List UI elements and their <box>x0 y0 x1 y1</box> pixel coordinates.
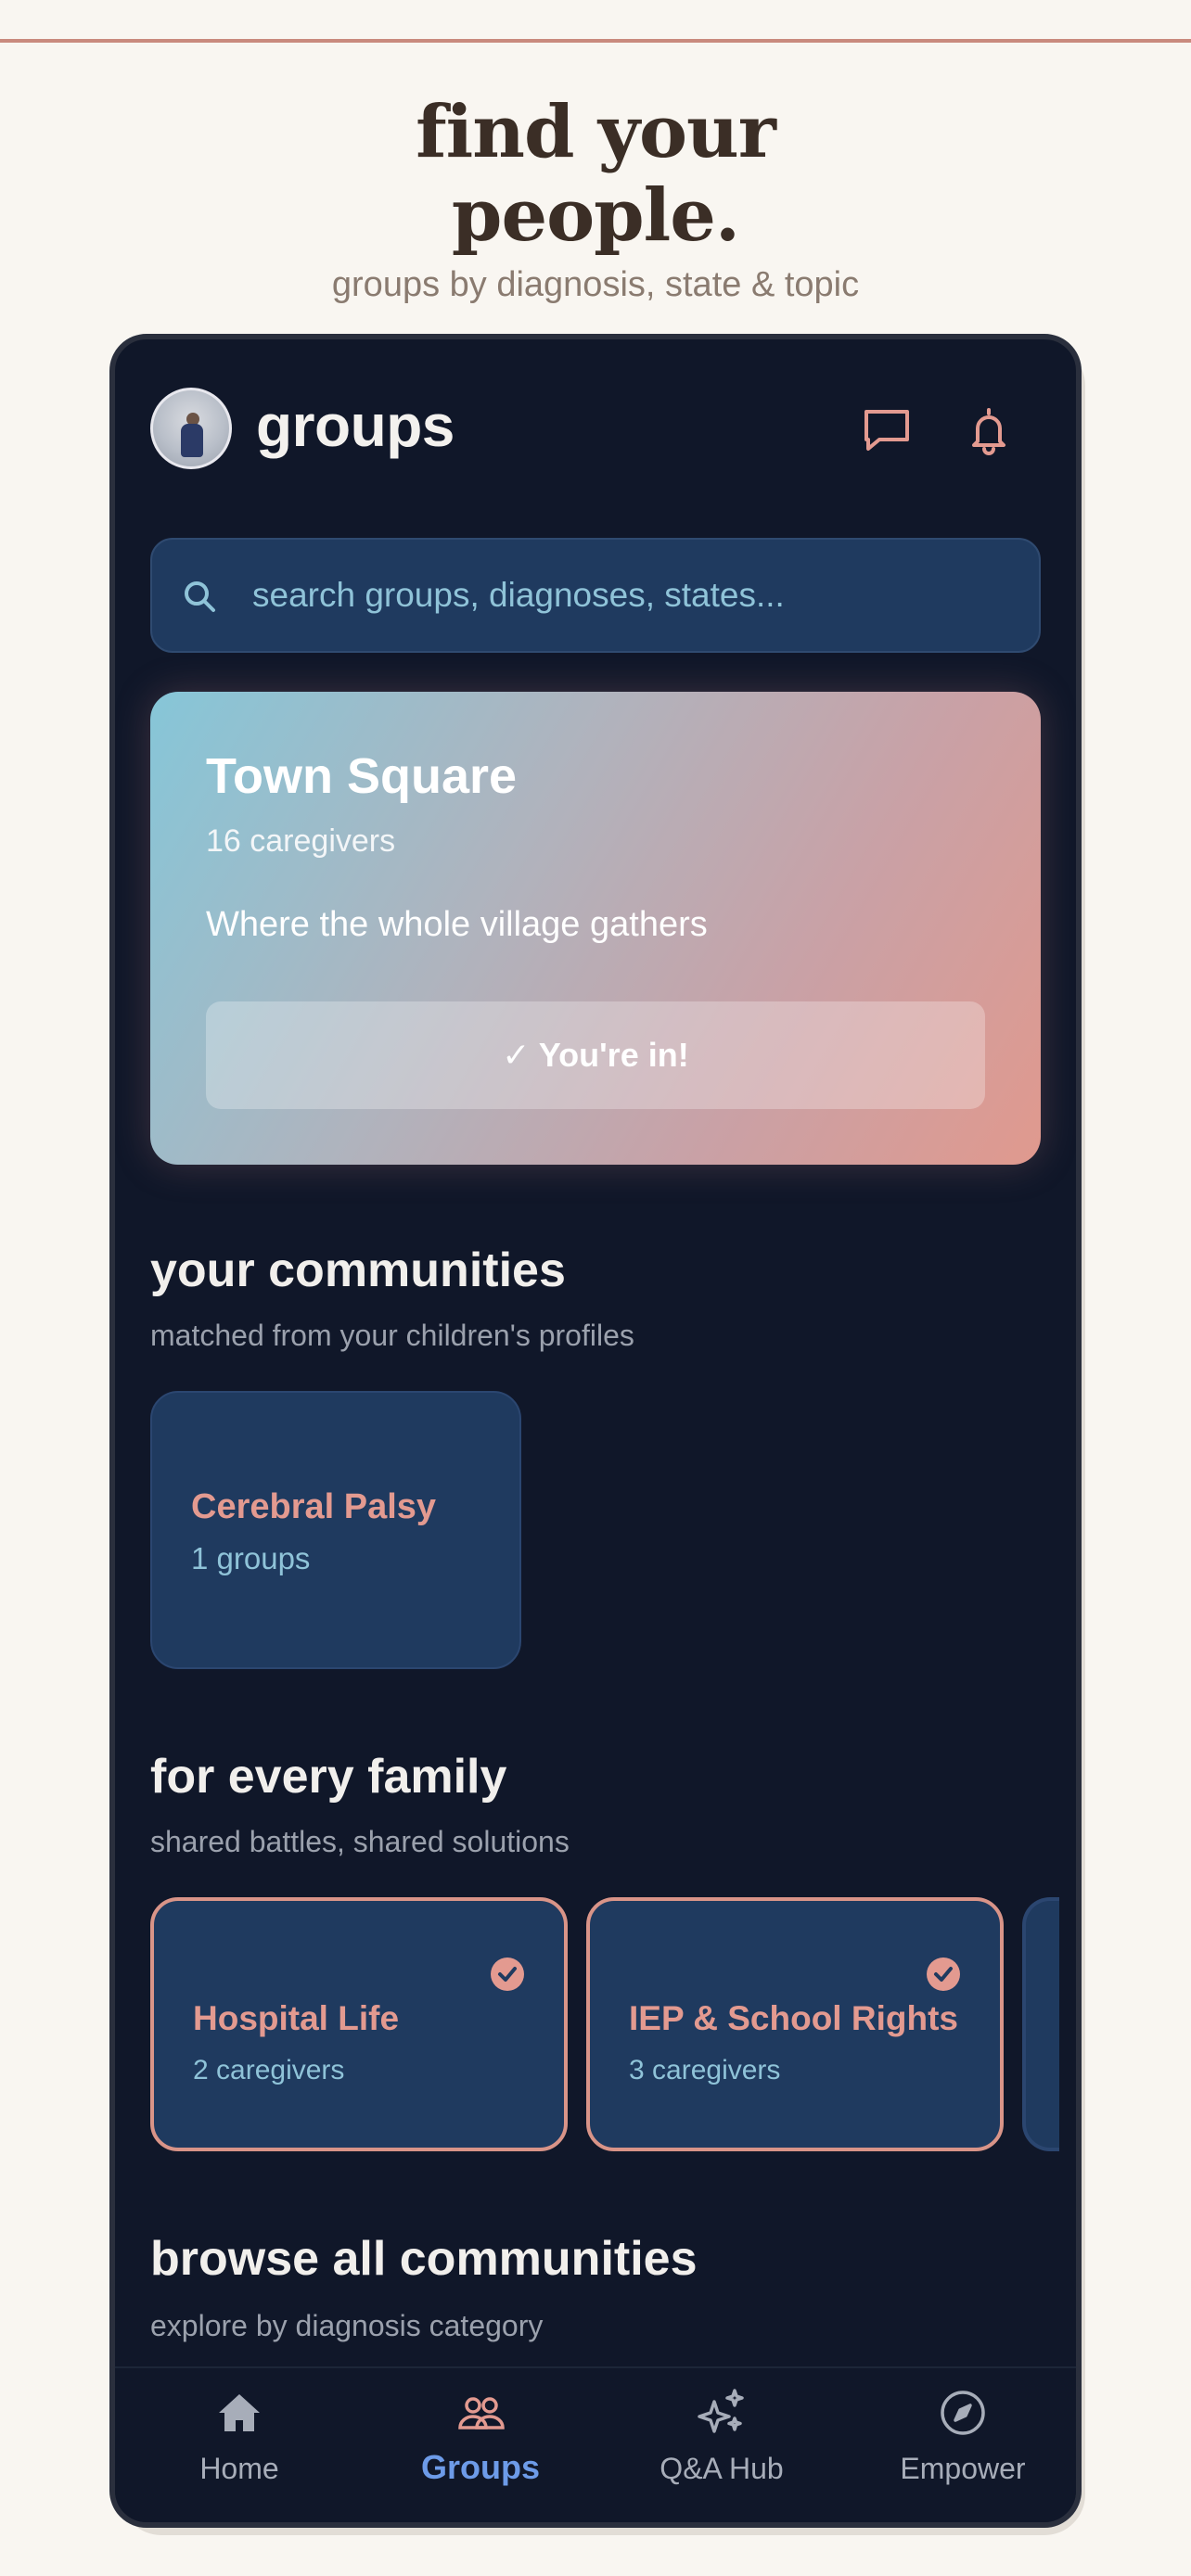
search-input[interactable] <box>252 540 1013 651</box>
promo-subhead: groups by diagnosis, state & topic <box>331 265 860 304</box>
phone-screen: groups Town Square 16 caregivers Where t… <box>109 334 1082 2528</box>
family-card-hospital-life[interactable]: Hospital Life 2 caregivers <box>150 1897 568 2151</box>
nav-item-home[interactable]: Home <box>147 2387 332 2507</box>
nav-item-empower[interactable]: Empower <box>870 2387 1056 2507</box>
bell-icon[interactable] <box>963 404 1015 456</box>
section-subtitle-your-communities: matched from your children's profiles <box>150 1319 634 1352</box>
nav-label: Groups <box>420 2448 540 2486</box>
nav-item-qa-hub[interactable]: Q&A Hub <box>629 2387 814 2507</box>
check-circle-icon <box>926 1957 961 1992</box>
search-bar[interactable] <box>150 538 1041 653</box>
promo-headline-line1: find your <box>416 90 776 174</box>
avatar[interactable] <box>150 388 232 469</box>
home-icon <box>219 2394 260 2431</box>
community-name: Cerebral Palsy <box>191 1487 437 1526</box>
section-subtitle-every-family: shared battles, shared solutions <box>150 1825 570 1858</box>
check-circle-icon <box>490 1957 525 1992</box>
nav-label: Home <box>199 2452 279 2485</box>
family-card-name: Hospital Life <box>193 1999 400 2037</box>
family-card-name: IEP & School Rights <box>629 1999 958 2037</box>
family-card-count: 2 caregivers <box>193 2055 345 2085</box>
family-card-count: 3 caregivers <box>629 2055 781 2085</box>
community-count: 1 groups <box>191 1541 311 1575</box>
bottom-nav: Home Groups Q&A Hub Empower <box>115 2366 1076 2522</box>
nav-label: Empower <box>900 2452 1026 2485</box>
community-card-cerebral-palsy[interactable]: Cerebral Palsy 1 groups <box>150 1391 521 1669</box>
town-square-card[interactable]: Town Square 16 caregivers Where the whol… <box>150 692 1041 1165</box>
section-title-every-family: for every family <box>150 1750 507 1804</box>
town-square-count: 16 caregivers <box>206 823 396 859</box>
avatar-photo-body <box>181 424 203 457</box>
message-icon[interactable] <box>861 404 913 456</box>
section-subtitle-browse: explore by diagnosis category <box>150 2309 544 2342</box>
promo-headline-line2: people. <box>451 173 740 258</box>
promo-headline: find your people. <box>0 91 1191 258</box>
family-card-iep-school-rights[interactable]: IEP & School Rights 3 caregivers <box>586 1897 1004 2151</box>
groups-icon <box>458 2397 505 2429</box>
family-card-peek[interactable] <box>1022 1897 1059 2151</box>
nav-item-groups[interactable]: Groups <box>388 2387 573 2507</box>
town-square-description: Where the whole village gathers <box>206 905 708 944</box>
town-square-title: Town Square <box>206 748 518 804</box>
page-title: groups <box>256 392 455 459</box>
joined-button[interactable]: ✓ You're in! <box>206 1001 985 1109</box>
sparkles-icon <box>698 2389 744 2433</box>
search-icon <box>178 575 223 619</box>
compass-icon <box>941 2391 985 2435</box>
section-title-browse: browse all communities <box>150 2232 698 2286</box>
section-title-your-communities: your communities <box>150 1243 566 1297</box>
top-divider <box>0 39 1191 43</box>
nav-label: Q&A Hub <box>660 2452 784 2485</box>
